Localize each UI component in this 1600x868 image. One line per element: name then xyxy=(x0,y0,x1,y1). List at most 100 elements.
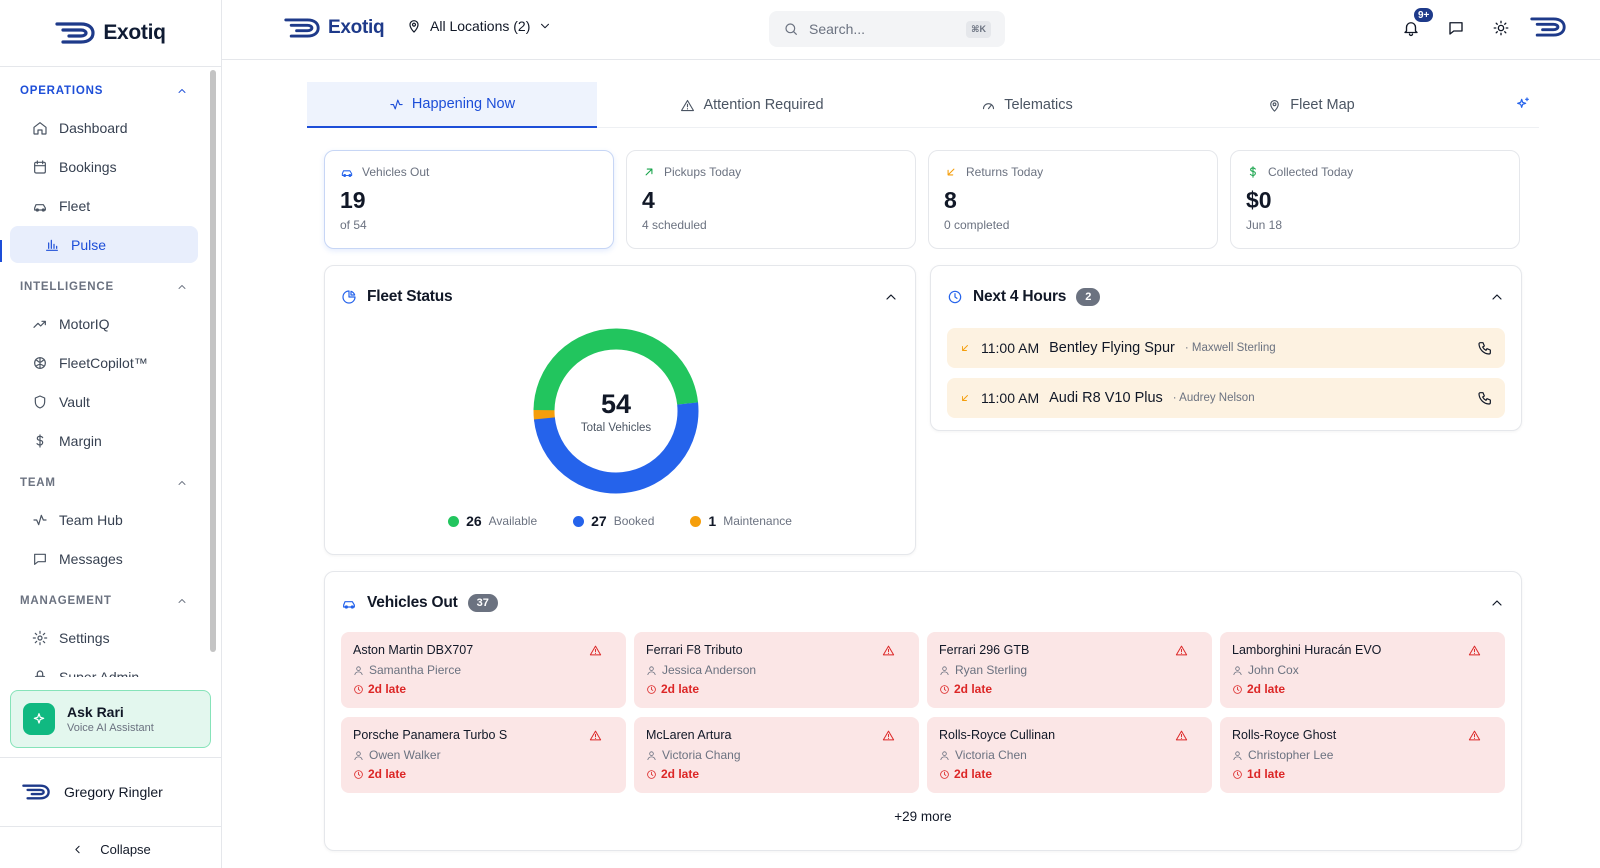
upcoming-time: 11:00 AM xyxy=(981,340,1040,356)
stat-pickups-today[interactable]: Pickups Today 4 4 scheduled xyxy=(626,150,916,249)
notification-badge: 9+ xyxy=(1412,6,1436,24)
collapse-label: Collapse xyxy=(100,842,151,857)
theme-toggle-button[interactable] xyxy=(1492,19,1512,39)
legend-label: Maintenance xyxy=(723,514,792,528)
sidebar-item-margin[interactable]: Margin xyxy=(10,422,198,459)
sidebar-item-pulse[interactable]: Pulse xyxy=(0,226,198,263)
stat-collected-today[interactable]: Collected Today $0 Jun 18 xyxy=(1230,150,1520,249)
legend-label: Available xyxy=(488,514,538,528)
sidebar-item-bookings[interactable]: Bookings xyxy=(10,148,198,185)
section-intelligence[interactable]: INTELLIGENCE xyxy=(10,271,198,303)
sidebar-item-label: MotorIQ xyxy=(59,315,110,332)
phone-icon[interactable] xyxy=(1477,390,1493,406)
vehicle-card[interactable]: Rolls-Royce Cullinan Victoria Chen 2d late xyxy=(927,717,1212,793)
vehicle-card[interactable]: Ferrari F8 Tributo Jessica Anderson 2d lat… xyxy=(634,632,919,708)
phone-icon[interactable] xyxy=(1477,340,1493,356)
late-label: 1d late xyxy=(1247,767,1286,781)
tab-label: Attention Required xyxy=(703,97,824,113)
upcoming-customer: · Maxwell Sterling xyxy=(1184,342,1276,354)
sparkles-icon xyxy=(23,703,55,735)
sidebar-scrollbar[interactable] xyxy=(210,70,217,652)
user-profile[interactable]: Gregory Ringler xyxy=(0,757,222,827)
customer-name: John Cox xyxy=(1248,663,1299,677)
tab-fleet-map[interactable]: Fleet Map xyxy=(1147,82,1475,128)
late-status: 2d late xyxy=(353,767,614,781)
sidebar-item-label: Super Admin xyxy=(59,668,140,678)
sidebar-item-team-hub[interactable]: Team Hub xyxy=(10,501,198,538)
sidebar-item-fleetcopilot[interactable]: FleetCopilot™ xyxy=(10,344,198,381)
vehicle-card[interactable]: Lamborghini Huracán EVO John Cox 2d late xyxy=(1220,632,1505,708)
vehicle-name: Ferrari F8 Tributo xyxy=(646,643,743,657)
late-status: 2d late xyxy=(939,767,1200,781)
sidebar-item-super-admin[interactable]: Super Admin xyxy=(10,658,198,677)
tab-attention-required[interactable]: Attention Required xyxy=(597,82,907,128)
vehicle-card[interactable]: McLaren Artura Victoria Chang 2d late xyxy=(634,717,919,793)
upcoming-item[interactable]: 11:00 AM Audi R8 V10 Plus · Audrey Nelso… xyxy=(947,378,1505,418)
count-badge: 37 xyxy=(467,594,498,612)
stat-subtext: of 54 xyxy=(340,218,367,232)
section-title: MANAGEMENT xyxy=(20,595,112,607)
stat-vehicles-out[interactable]: Vehicles Out 19 of 54 xyxy=(324,150,614,249)
location-selector[interactable]: All Locations (2) xyxy=(406,18,552,34)
sidebar-item-vault[interactable]: Vault xyxy=(10,383,198,420)
sidebar-item-dashboard[interactable]: Dashboard xyxy=(10,109,198,146)
gauge-icon xyxy=(983,102,995,109)
ask-rari-button[interactable]: Ask Rari Voice AI Assistant xyxy=(10,690,211,748)
search-placeholder: Search... xyxy=(809,21,866,37)
user-icon xyxy=(647,750,656,760)
account-menu-button[interactable] xyxy=(1530,16,1566,38)
message-icon xyxy=(1449,22,1463,35)
stat-returns-today[interactable]: Returns Today 8 0 completed xyxy=(928,150,1218,249)
clock-icon xyxy=(354,769,363,779)
stat-label: Returns Today xyxy=(966,165,1044,179)
pulse-tabs: Happening Now Attention Required Telemat… xyxy=(307,82,1539,128)
messages-button[interactable] xyxy=(1447,19,1467,39)
chevron-up-icon[interactable] xyxy=(1489,289,1505,305)
customer-name: Owen Walker xyxy=(369,748,441,762)
vehicle-card[interactable]: Porsche Panamera Turbo S Owen Walker 2d la… xyxy=(341,717,626,793)
sidebar-item-label: Vault xyxy=(59,393,90,410)
search-input[interactable]: Search... ⌘K xyxy=(769,11,1005,47)
section-operations[interactable]: OPERATIONS xyxy=(10,75,198,107)
upcoming-item[interactable]: 11:00 AM Bentley Flying Spur · Maxwell S… xyxy=(947,328,1505,368)
chevron-up-icon[interactable] xyxy=(883,289,899,305)
clock-icon xyxy=(940,769,949,779)
fleet-legend: 26 Available 27 Booked 1 Maintenance xyxy=(325,513,915,529)
user-name: Gregory Ringler xyxy=(64,784,163,800)
scrollbar-thumb[interactable] xyxy=(210,70,216,652)
vehicle-card[interactable]: Ferrari 296 GTB Ryan Sterling 2d late xyxy=(927,632,1212,708)
sidebar-item-settings[interactable]: Settings xyxy=(10,619,198,656)
upcoming-time: 11:00 AM xyxy=(981,390,1040,406)
section-team[interactable]: TEAM xyxy=(10,467,198,499)
sidebar-item-messages[interactable]: Messages xyxy=(10,540,198,577)
legend-maintenance: 1 Maintenance xyxy=(690,513,792,529)
vehicle-name: Rolls-Royce Ghost xyxy=(1232,728,1337,742)
home-icon xyxy=(33,121,47,135)
vehicle-card[interactable]: Aston Martin DBX707 Samantha Pierce 2d lat… xyxy=(341,632,626,708)
legend-booked: 27 Booked xyxy=(573,513,654,529)
vehicle-customer: Christopher Lee xyxy=(1232,748,1493,762)
section-management[interactable]: MANAGEMENT xyxy=(10,585,198,617)
sidebar-nav[interactable]: OPERATIONS Dashboard Bookings Fleet Puls… xyxy=(0,67,208,677)
vehicle-name: Lamborghini Huracán EVO xyxy=(1232,643,1382,657)
show-more-link[interactable]: +29 more xyxy=(325,809,1521,824)
vehicle-card[interactable]: Rolls-Royce Ghost Christopher Lee 1d late xyxy=(1220,717,1505,793)
next-hours-panel: Next 4 Hours 2 11:00 AM Bentley Flying S… xyxy=(930,265,1522,431)
legend-value: 26 xyxy=(466,513,482,529)
ai-insights-button[interactable] xyxy=(1515,96,1531,112)
vehicle-name: Rolls-Royce Cullinan xyxy=(939,728,1056,742)
header-brand[interactable]: Exotiq xyxy=(284,17,385,39)
sidebar-logo[interactable]: Exotiq xyxy=(0,0,221,67)
panel-title: Fleet Status xyxy=(367,288,453,305)
collapse-button[interactable]: Collapse xyxy=(0,842,222,857)
sparkles-icon xyxy=(1517,97,1529,108)
brain-icon xyxy=(34,356,46,369)
search-icon xyxy=(785,23,797,35)
sidebar-item-fleet[interactable]: Fleet xyxy=(10,187,198,224)
tab-happening-now[interactable]: Happening Now xyxy=(307,82,597,128)
vehicle-customer: Jessica Anderson xyxy=(646,663,907,677)
tab-telematics[interactable]: Telematics xyxy=(907,82,1147,128)
vehicle-name: Porsche Panamera Turbo S xyxy=(353,728,508,742)
sidebar-item-motoriq[interactable]: MotorIQ xyxy=(10,305,198,342)
chevron-up-icon[interactable] xyxy=(1489,595,1505,611)
